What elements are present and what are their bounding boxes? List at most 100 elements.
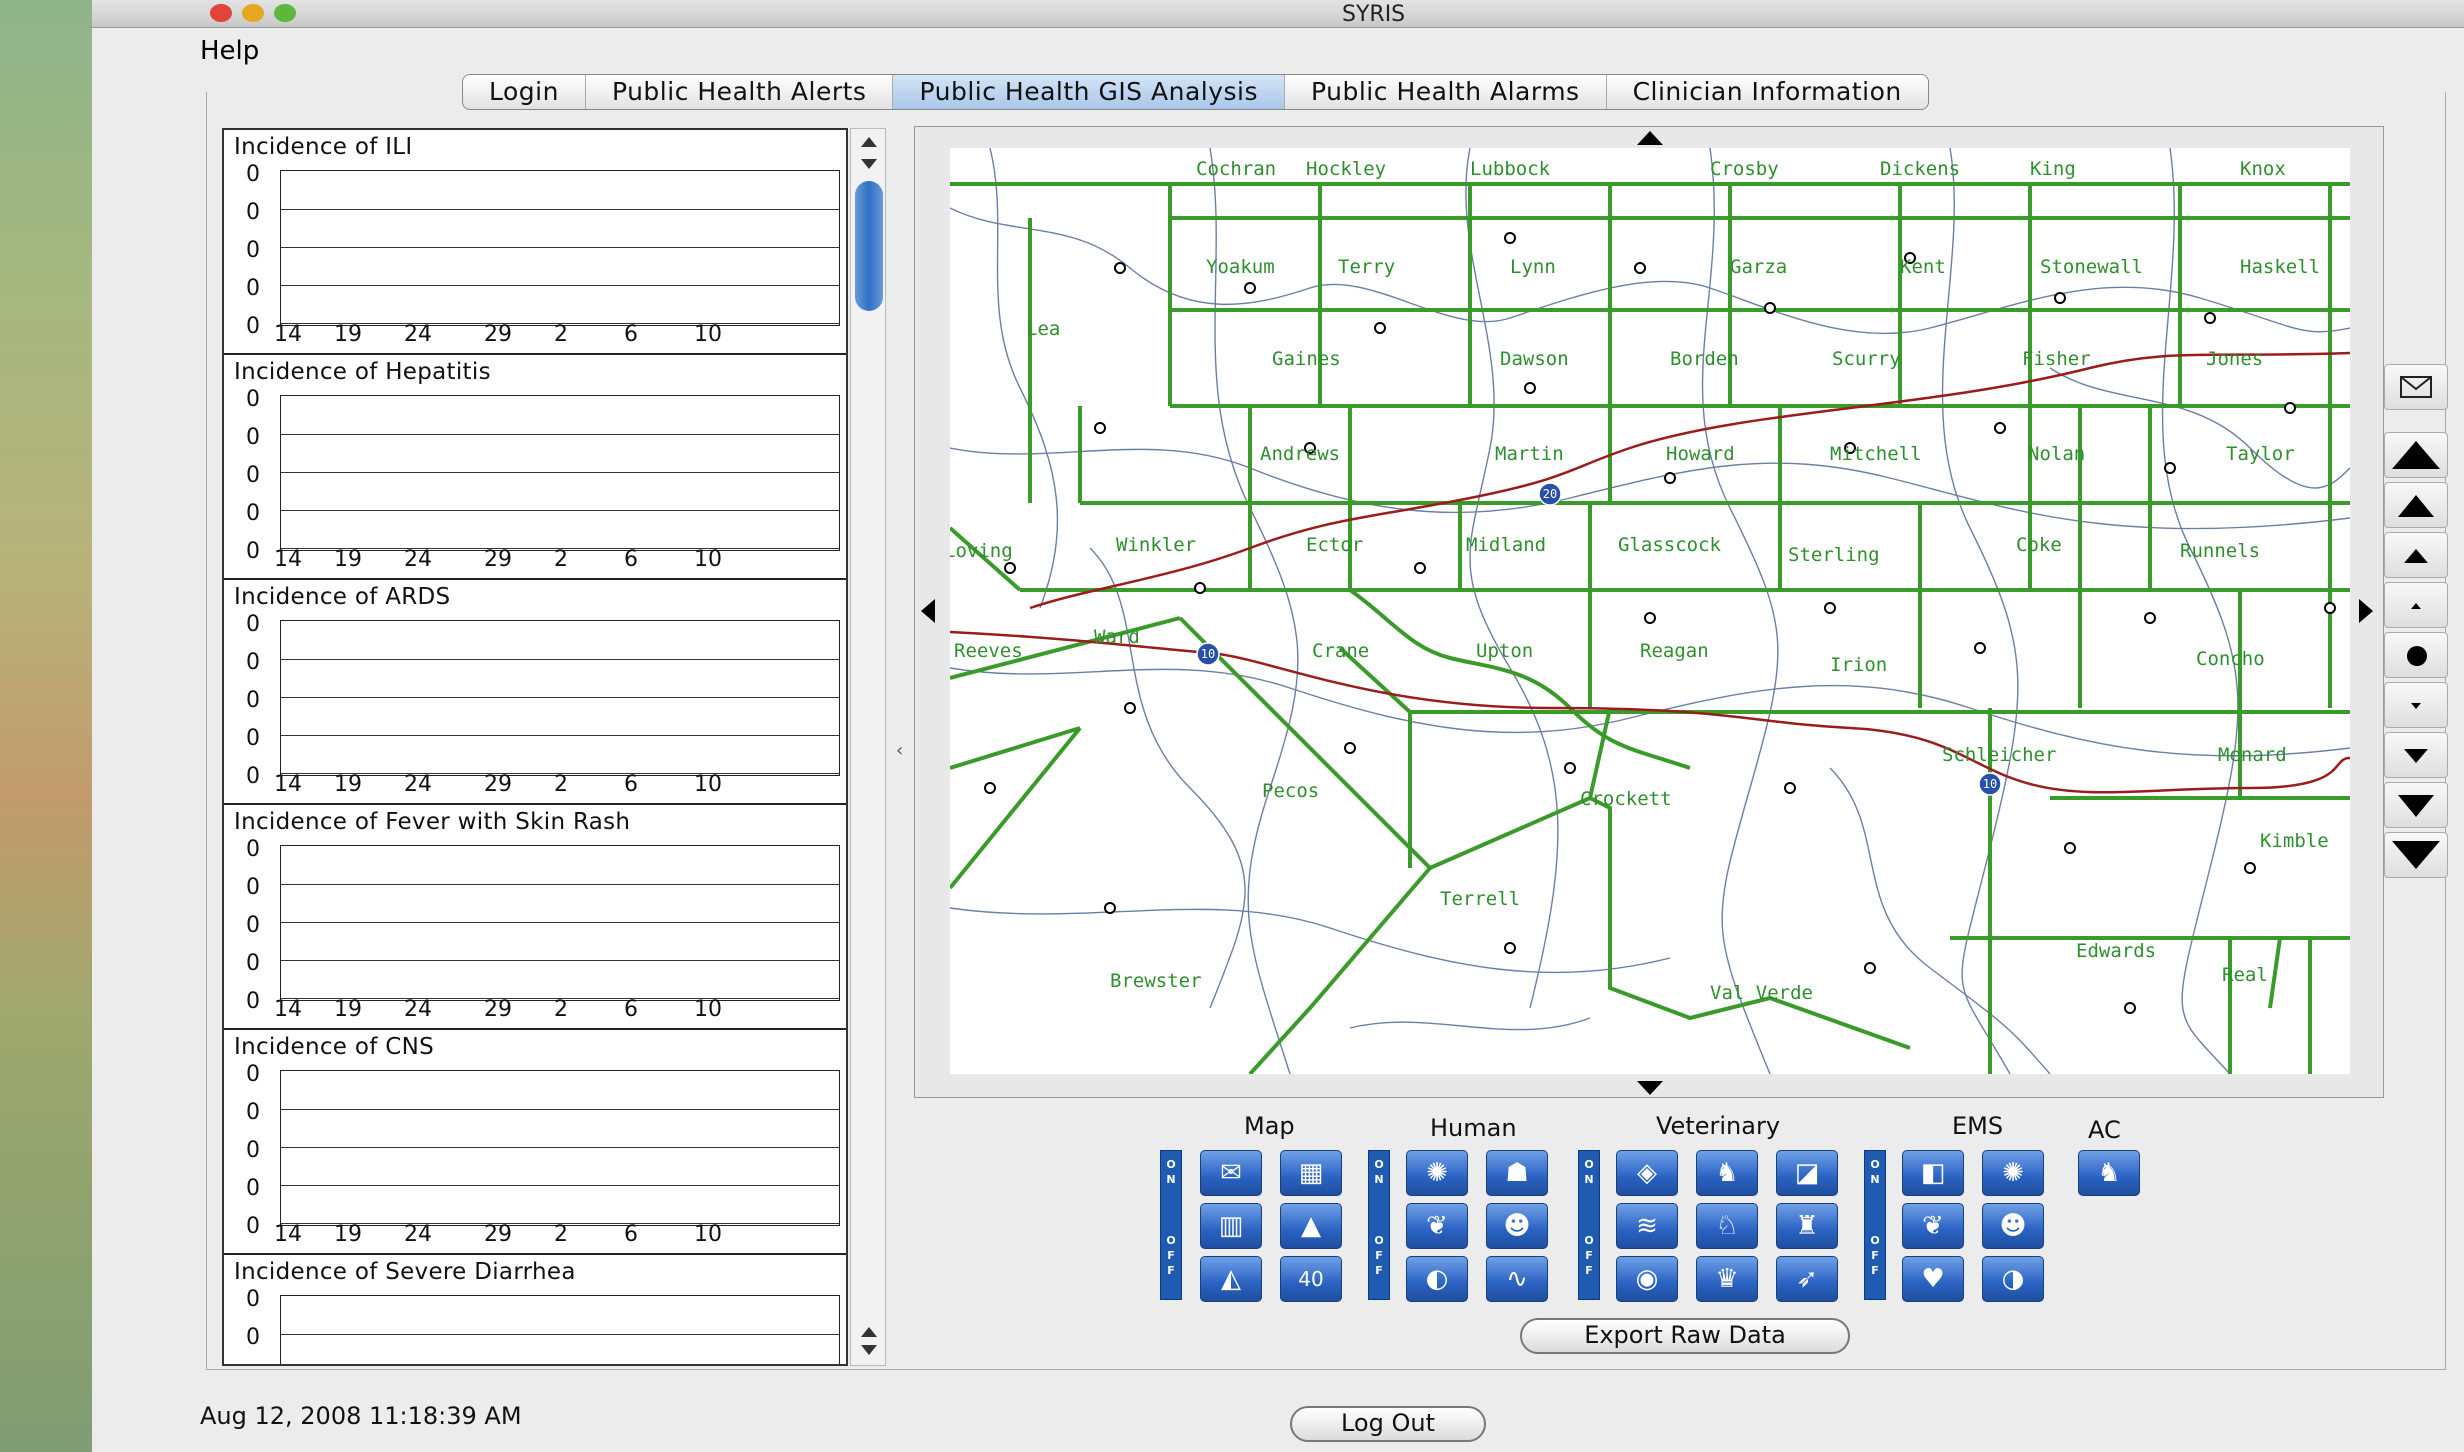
vet-pig-icon[interactable]: ◉ <box>1616 1256 1678 1302</box>
veterinary-layer-toggle[interactable]: ONOFF <box>1578 1150 1600 1300</box>
county-label: King <box>2030 158 2076 180</box>
county-label: Dawson <box>1500 348 1569 370</box>
vet-bird-icon[interactable]: ➶ <box>1776 1256 1838 1302</box>
gridline <box>281 960 839 961</box>
pan-south-icon[interactable] <box>1637 1081 1663 1095</box>
y-tick-label: 0 <box>246 764 260 789</box>
tab-bar: Login Public Health Alerts Public Health… <box>462 74 1929 110</box>
tab-public-health-alerts[interactable]: Public Health Alerts <box>586 75 894 109</box>
human-face-icon[interactable]: ◐ <box>1406 1256 1468 1302</box>
zoom-out-small-button[interactable] <box>2384 682 2448 728</box>
zoom-in-small-button[interactable] <box>2384 582 2448 628</box>
gridline <box>281 697 839 698</box>
pan-north-icon[interactable] <box>1637 131 1663 145</box>
zoom-out-large-button[interactable] <box>2384 782 2448 828</box>
minimize-window-button[interactable] <box>242 4 264 22</box>
interstate-shields <box>1196 482 2002 796</box>
zoom-reset-button[interactable] <box>2384 632 2448 678</box>
zoom-in-max-button[interactable] <box>2384 432 2448 478</box>
ems-layer-toggle[interactable]: ONOFF <box>1864 1150 1886 1300</box>
scroll-up-bottom-icon[interactable] <box>861 1327 877 1337</box>
envelope-icon <box>2400 376 2432 398</box>
y-tick-label: 0 <box>246 501 260 526</box>
human-brain-icon[interactable]: ✺ <box>1406 1150 1468 1196</box>
gridline <box>281 1109 839 1110</box>
map-layer-toggle[interactable]: ONOFF <box>1160 1150 1182 1300</box>
gis-map[interactable]: 20 10 10 Cochran Hockley Lubbock Crosby Dick… <box>950 148 2350 1074</box>
vet-fish-icon[interactable]: ≋ <box>1616 1203 1678 1249</box>
human-lungs-icon[interactable]: ❦ <box>1406 1203 1468 1249</box>
export-raw-data-button[interactable]: Export Raw Data <box>1520 1318 1850 1354</box>
zoom-in-button[interactable] <box>2384 532 2448 578</box>
x-tick-label: 6 <box>624 322 638 347</box>
pan-east-icon[interactable] <box>2359 599 2373 623</box>
zoom-window-button[interactable] <box>274 4 296 22</box>
map-counties-icon[interactable]: ▦ <box>1280 1150 1342 1196</box>
x-tick-label: 29 <box>484 1222 512 1247</box>
chart-title: Incidence of CNS <box>234 1034 434 1060</box>
ems-face-icon[interactable]: ◑ <box>1982 1256 2044 1302</box>
vet-map-icon[interactable]: ◈ <box>1616 1150 1678 1196</box>
zoom-out-button[interactable] <box>2384 732 2448 778</box>
log-out-button[interactable]: Log Out <box>1290 1406 1486 1442</box>
ems-heart-icon[interactable]: ♥ <box>1902 1256 1964 1302</box>
charts-scrollbar[interactable] <box>850 128 886 1366</box>
scroll-down-bottom-icon[interactable] <box>861 1345 877 1355</box>
scroll-down-icon[interactable] <box>861 159 877 169</box>
x-tick-label: 19 <box>334 772 362 797</box>
zoom-in-large-button[interactable] <box>2384 482 2448 528</box>
x-tick-label: 6 <box>624 547 638 572</box>
map-envelope-icon[interactable]: ✉ <box>1200 1150 1262 1196</box>
x-tick-label: 29 <box>484 997 512 1022</box>
vet-cow-icon[interactable]: ♞ <box>1696 1150 1758 1196</box>
group-label-map: Map <box>1244 1112 1295 1140</box>
road-network <box>950 148 2350 1074</box>
vet-cattle-icon[interactable]: ♜ <box>1776 1203 1838 1249</box>
map-roads-icon[interactable]: ◭ <box>1200 1256 1262 1302</box>
zoom-out-max-button[interactable] <box>2384 832 2448 878</box>
splitter-handle-icon[interactable]: ‹ <box>896 740 903 761</box>
human-head-icon[interactable]: ☻ <box>1486 1203 1548 1249</box>
pan-west-icon[interactable] <box>921 599 935 623</box>
ems-lungs-icon[interactable]: ❦ <box>1902 1203 1964 1249</box>
tab-login[interactable]: Login <box>463 75 586 109</box>
incidence-chart: Incidence of ILI 0 0 0 0 0 14 19 24 29 2 6 10 <box>224 130 846 355</box>
vet-horse-icon[interactable]: ♛ <box>1696 1256 1758 1302</box>
ems-map-icon[interactable]: ◧ <box>1902 1150 1964 1196</box>
vet-animal-head-icon[interactable]: ◪ <box>1776 1150 1838 1196</box>
scroll-thumb[interactable] <box>855 181 883 311</box>
gridline <box>281 922 839 923</box>
x-tick-label: 14 <box>274 547 302 572</box>
x-tick-label: 19 <box>334 322 362 347</box>
ems-brain-icon[interactable]: ✺ <box>1982 1150 2044 1196</box>
map-highway-icon[interactable]: ▲ <box>1280 1203 1342 1249</box>
tab-public-health-gis-analysis[interactable]: Public Health GIS Analysis <box>893 75 1286 109</box>
ac-dog-icon[interactable]: ♞ <box>2078 1150 2140 1196</box>
human-intestine-icon[interactable]: ∿ <box>1486 1256 1548 1302</box>
zoom-in-small-icon <box>2411 603 2421 609</box>
tab-clinician-information[interactable]: Clinician Information <box>1607 75 1928 109</box>
county-label: Fisher <box>2022 348 2091 370</box>
map-canvas[interactable]: 20 10 10 <box>950 148 2350 1074</box>
county-label: Sterling <box>1788 544 1880 566</box>
close-window-button[interactable] <box>210 4 232 22</box>
human-body-icon[interactable]: ☗ <box>1486 1150 1548 1196</box>
map-city-icon[interactable]: ▥ <box>1200 1203 1262 1249</box>
map-interstate-40-icon[interactable]: 40 <box>1280 1256 1342 1302</box>
menu-help[interactable]: Help <box>200 36 259 66</box>
x-tick-label: 24 <box>404 772 432 797</box>
x-tick-label: 2 <box>554 322 568 347</box>
email-button[interactable] <box>2384 364 2448 410</box>
gridline <box>281 472 839 473</box>
human-layer-toggle[interactable]: ONOFF <box>1368 1150 1390 1300</box>
y-tick-label: 0 <box>246 875 260 900</box>
ems-head-icon[interactable]: ☻ <box>1982 1203 2044 1249</box>
county-label: Upton <box>1476 640 1534 662</box>
scroll-up-icon[interactable] <box>861 137 877 147</box>
tab-public-health-alarms[interactable]: Public Health Alarms <box>1285 75 1607 109</box>
chart-plot-area <box>280 1070 840 1226</box>
vet-goat-icon[interactable]: ♘ <box>1696 1203 1758 1249</box>
zoom-in-icon <box>2404 549 2428 563</box>
y-tick-label: 0 <box>246 425 260 450</box>
x-tick-label: 19 <box>334 1222 362 1247</box>
